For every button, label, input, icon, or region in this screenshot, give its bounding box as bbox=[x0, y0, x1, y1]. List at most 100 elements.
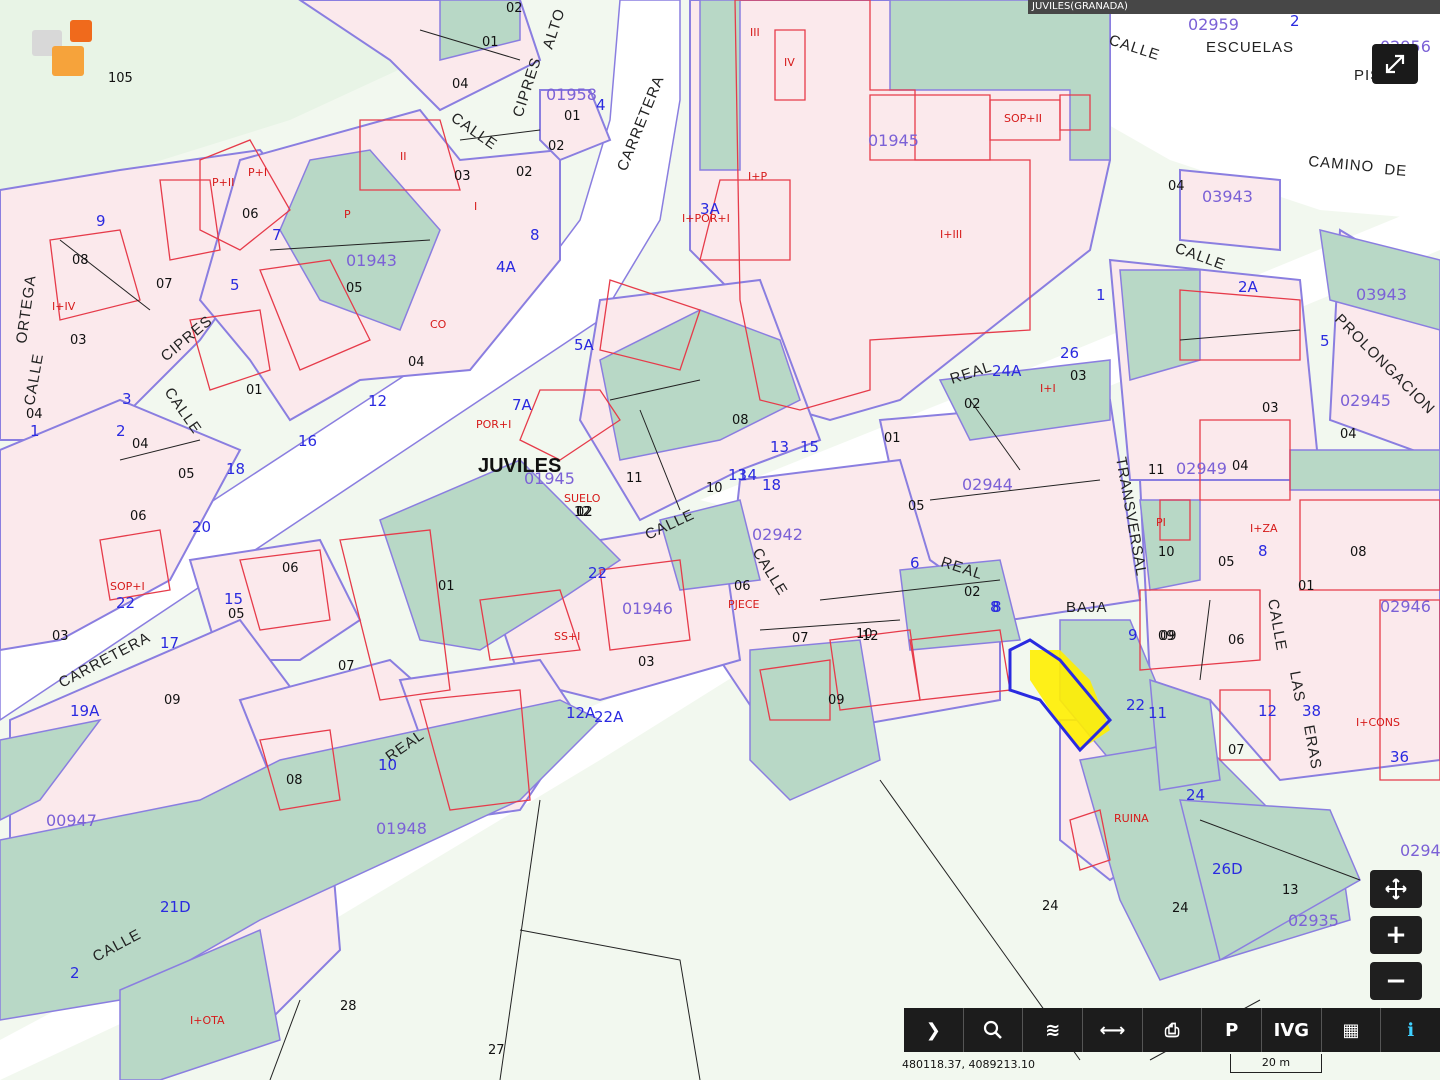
expand-arrows-icon bbox=[1385, 54, 1405, 74]
svg-text:01: 01 bbox=[482, 35, 499, 50]
svg-text:III: III bbox=[750, 26, 760, 39]
svg-text:12A: 12A bbox=[566, 704, 596, 722]
svg-text:22: 22 bbox=[588, 564, 607, 582]
svg-text:01946: 01946 bbox=[622, 599, 673, 618]
svg-text:38: 38 bbox=[1302, 702, 1321, 720]
svg-text:04: 04 bbox=[452, 77, 469, 92]
zoom-in-button[interactable]: + bbox=[1370, 916, 1422, 954]
svg-text:02959: 02959 bbox=[1188, 15, 1239, 34]
svg-text:05: 05 bbox=[346, 281, 363, 296]
svg-text:12: 12 bbox=[576, 505, 593, 520]
parking-icon[interactable]: P bbox=[1202, 1008, 1263, 1052]
svg-text:02944: 02944 bbox=[962, 475, 1013, 494]
svg-text:0294: 0294 bbox=[1400, 841, 1440, 860]
svg-text:4A: 4A bbox=[496, 258, 517, 276]
svg-text:01958: 01958 bbox=[546, 85, 597, 104]
3d-icon[interactable]: ▦ bbox=[1322, 1008, 1382, 1052]
svg-text:4: 4 bbox=[596, 96, 606, 114]
svg-text:07: 07 bbox=[338, 659, 355, 674]
svg-text:28: 28 bbox=[340, 999, 357, 1014]
svg-text:18: 18 bbox=[226, 460, 245, 478]
expand-icon[interactable] bbox=[1372, 44, 1418, 84]
svg-text:36: 36 bbox=[1390, 748, 1409, 766]
svg-text:13: 13 bbox=[770, 438, 789, 456]
svg-text:09: 09 bbox=[1158, 629, 1175, 644]
svg-text:04: 04 bbox=[26, 407, 43, 422]
zoom-out-button[interactable]: − bbox=[1370, 962, 1422, 1000]
street-label-baja: BAJA bbox=[1066, 599, 1108, 616]
svg-text:I+POR+I: I+POR+I bbox=[682, 212, 730, 225]
svg-text:03: 03 bbox=[638, 655, 655, 670]
svg-text:7A: 7A bbox=[512, 396, 533, 414]
svg-text:I: I bbox=[474, 200, 477, 213]
svg-text:24A: 24A bbox=[992, 362, 1022, 380]
svg-text:POR+I: POR+I bbox=[476, 418, 511, 431]
svg-text:02: 02 bbox=[516, 165, 533, 180]
svg-text:5: 5 bbox=[230, 276, 240, 294]
svg-text:I+P: I+P bbox=[748, 170, 767, 183]
forward-icon[interactable]: ❯ bbox=[904, 1008, 964, 1052]
svg-text:07: 07 bbox=[156, 277, 173, 292]
svg-text:5: 5 bbox=[1320, 332, 1330, 350]
svg-text:2: 2 bbox=[116, 422, 126, 440]
svg-text:9: 9 bbox=[96, 212, 106, 230]
svg-text:8: 8 bbox=[990, 598, 1000, 616]
svg-text:01: 01 bbox=[564, 109, 581, 124]
svg-text:09: 09 bbox=[164, 693, 181, 708]
cadastral-map[interactable]: CARRETERA CARRETERA CALLE ALTO CIPRES CA… bbox=[0, 0, 1440, 1080]
svg-text:06: 06 bbox=[130, 509, 147, 524]
svg-text:15: 15 bbox=[800, 438, 819, 456]
svg-text:27: 27 bbox=[488, 1043, 505, 1058]
municipality-header: JUVILES(GRANADA) bbox=[1028, 0, 1440, 14]
map-toolbar: ❯ ≋ ⟷ ⎙ P IVG ▦ ℹ bbox=[904, 1008, 1440, 1052]
svg-text:09: 09 bbox=[828, 693, 845, 708]
svg-text:07: 07 bbox=[1228, 743, 1245, 758]
svg-text:05: 05 bbox=[908, 499, 925, 514]
svg-text:SUELO: SUELO bbox=[564, 492, 601, 505]
svg-text:24: 24 bbox=[1172, 901, 1189, 916]
coordinate-readout: 480118.37, 4089213.10 bbox=[902, 1058, 1035, 1071]
svg-text:I+OTA: I+OTA bbox=[190, 1014, 225, 1027]
svg-text:02949: 02949 bbox=[1176, 459, 1227, 478]
svg-text:08: 08 bbox=[72, 253, 89, 268]
layers-icon[interactable]: ≋ bbox=[1023, 1008, 1084, 1052]
pan-icon[interactable] bbox=[1370, 870, 1422, 908]
svg-text:26D: 26D bbox=[1212, 860, 1243, 878]
ivg-icon[interactable]: IVG bbox=[1262, 1008, 1322, 1052]
svg-text:02: 02 bbox=[548, 139, 565, 154]
search-icon[interactable] bbox=[964, 1008, 1024, 1052]
svg-text:01943: 01943 bbox=[346, 251, 397, 270]
svg-text:1: 1 bbox=[1096, 286, 1106, 304]
svg-text:24: 24 bbox=[1186, 786, 1205, 804]
svg-text:2: 2 bbox=[70, 964, 80, 982]
svg-text:01: 01 bbox=[1298, 579, 1315, 594]
svg-text:10: 10 bbox=[378, 756, 397, 774]
svg-text:00947: 00947 bbox=[46, 811, 97, 830]
svg-text:03: 03 bbox=[70, 333, 87, 348]
svg-text:02: 02 bbox=[964, 585, 981, 600]
svg-text:03943: 03943 bbox=[1202, 187, 1253, 206]
svg-text:02946: 02946 bbox=[1380, 597, 1431, 616]
svg-text:I+I: I+I bbox=[1040, 382, 1056, 395]
print-icon[interactable]: ⎙ bbox=[1143, 1008, 1203, 1052]
app-logo bbox=[32, 20, 92, 80]
svg-text:2A: 2A bbox=[1238, 278, 1259, 296]
svg-text:20: 20 bbox=[192, 518, 211, 536]
svg-text:02942: 02942 bbox=[752, 525, 803, 544]
svg-text:RUINA: RUINA bbox=[1114, 812, 1149, 825]
info-icon[interactable]: ℹ bbox=[1381, 1008, 1440, 1052]
svg-text:P+I: P+I bbox=[248, 166, 267, 179]
svg-text:10: 10 bbox=[706, 481, 723, 496]
move-icon bbox=[1385, 878, 1407, 900]
svg-text:03943: 03943 bbox=[1356, 285, 1407, 304]
svg-text:P: P bbox=[344, 208, 351, 221]
svg-text:04: 04 bbox=[1232, 459, 1249, 474]
svg-text:1: 1 bbox=[30, 422, 40, 440]
svg-text:04: 04 bbox=[132, 437, 149, 452]
svg-text:03: 03 bbox=[52, 629, 69, 644]
measure-icon[interactable]: ⟷ bbox=[1083, 1008, 1143, 1052]
svg-text:01: 01 bbox=[438, 579, 455, 594]
svg-text:7: 7 bbox=[272, 226, 282, 244]
svg-text:01: 01 bbox=[884, 431, 901, 446]
svg-text:9: 9 bbox=[1128, 626, 1138, 644]
